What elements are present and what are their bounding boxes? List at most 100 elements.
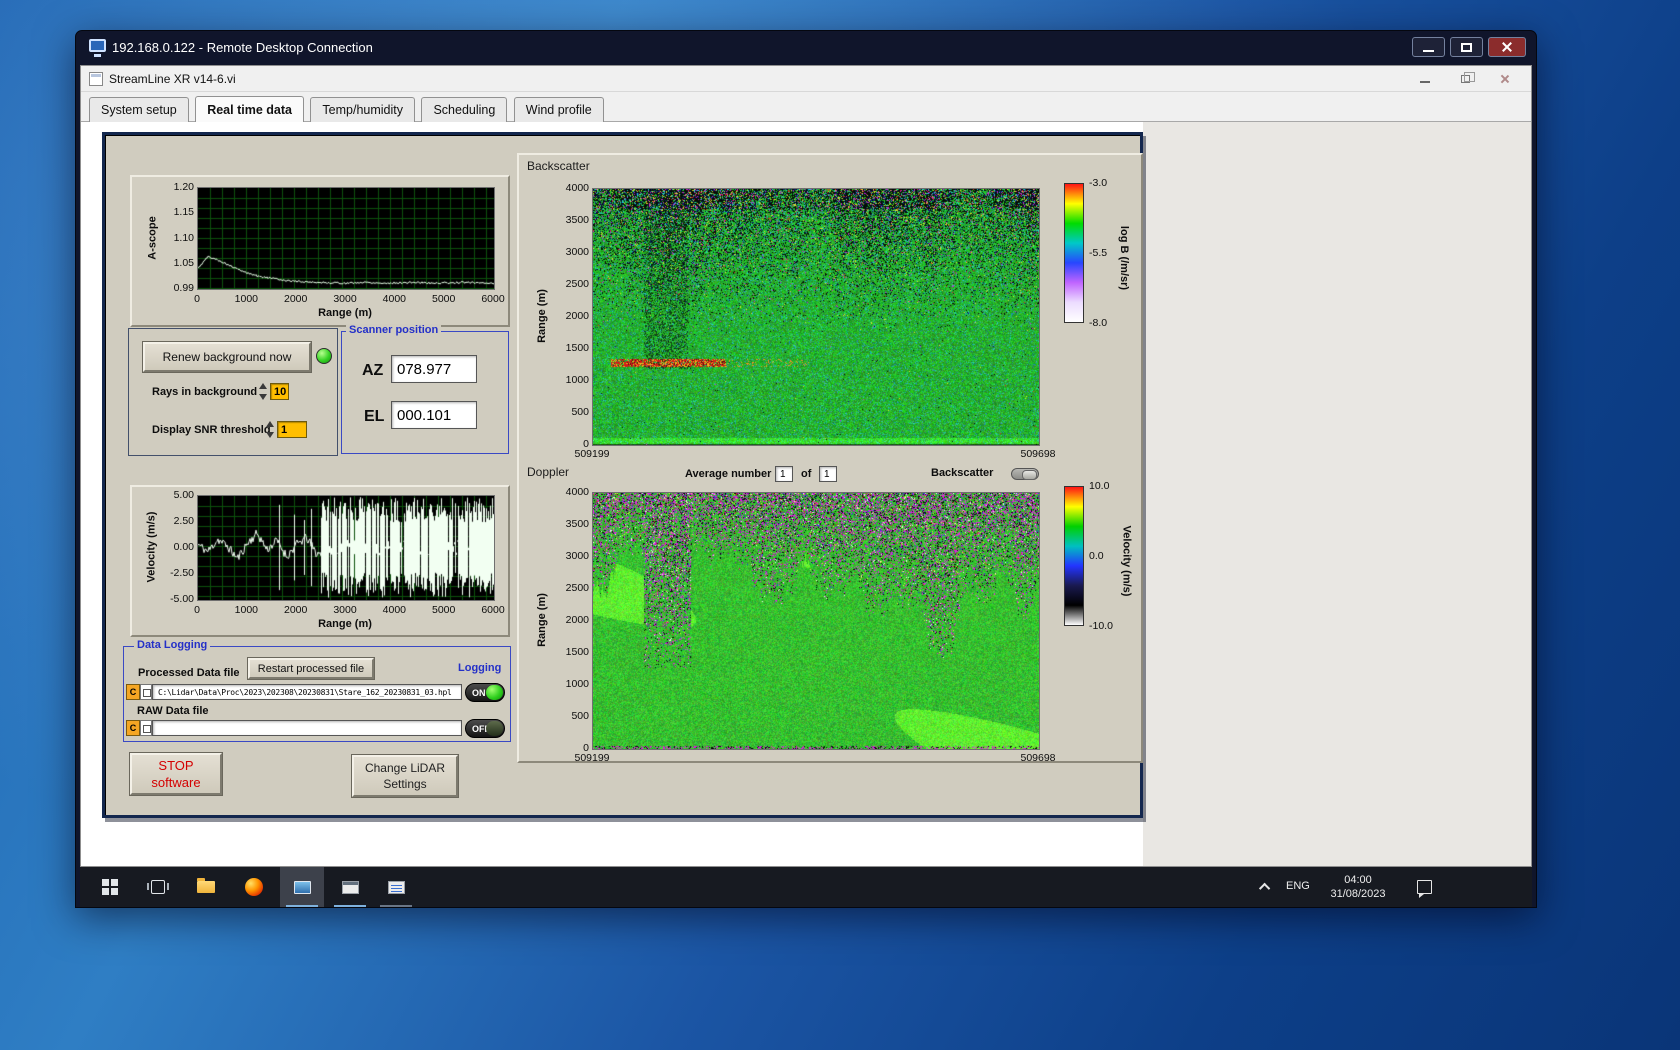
doppler-y-ticks: 4000 3500 3000 2500 2000 1500 1000 500 0: [553, 486, 589, 754]
app-close-button[interactable]: [1485, 66, 1525, 92]
rdp-app-taskbar-button[interactable]: [280, 867, 324, 907]
tick-label: -5.5: [1089, 247, 1108, 259]
clock-date: 31/08/2023: [1330, 888, 1386, 900]
rdp-maximize-button[interactable]: [1450, 37, 1483, 57]
snr-threshold-field[interactable]: 1: [277, 421, 307, 438]
open-app-underline: [334, 905, 366, 907]
az-label: AZ: [362, 362, 384, 379]
rdp-titlebar[interactable]: 192.168.0.122 - Remote Desktop Connectio…: [76, 31, 1536, 65]
restore-icon: [1460, 72, 1475, 83]
tick-label: 1000: [565, 374, 589, 386]
tick-label: 2500: [565, 278, 589, 290]
data-logging-title: Data Logging: [134, 639, 211, 651]
tick-label: 0.00: [173, 541, 194, 553]
scan-scheduler-taskbar-button[interactable]: [328, 867, 372, 907]
ascope-chart-frame: A-scope 1.20 1.15 1.10 1.05 0.99 0 1000 2000 30…: [130, 175, 510, 327]
tick-label: 509199: [574, 752, 610, 764]
tick-label: 2.50: [173, 515, 194, 527]
firefox-button[interactable]: [232, 867, 276, 907]
backscatter-x-ticks: 509199 509698: [574, 448, 1055, 460]
rdp-window-title: 192.168.0.122 - Remote Desktop Connectio…: [112, 40, 373, 55]
average-number-field[interactable]: 1: [775, 466, 793, 482]
close-icon: [1500, 74, 1510, 84]
renew-background-button[interactable]: Renew background now: [143, 342, 311, 372]
tab-temp-humidity[interactable]: Temp/humidity: [310, 97, 415, 123]
raw-logging-toggle-off[interactable]: OFF: [465, 719, 505, 738]
doppler-y-axis-label: Range (m): [536, 593, 548, 647]
chevron-up-icon: [1258, 882, 1271, 895]
tick-label: 0: [194, 293, 200, 305]
app-titlebar[interactable]: StreamLine XR v14-6.vi: [81, 66, 1531, 92]
tick-label: 1.10: [173, 231, 194, 244]
restart-processed-file-button[interactable]: Restart processed file: [248, 658, 374, 679]
processed-path-input[interactable]: C:\Lidar\Data\Proc\2023\202308\20230831\…: [152, 684, 462, 700]
stop-button-line2: software: [151, 775, 201, 790]
tick-label: 0.99: [173, 282, 194, 294]
tick-label: 3000: [333, 293, 357, 305]
tick-label: -5.00: [170, 593, 194, 605]
tick-label: 509698: [1020, 752, 1056, 764]
tick-label: 1500: [565, 342, 589, 354]
doppler-heatmap: [592, 492, 1040, 750]
raw-path-drive-button[interactable]: C: [126, 720, 140, 736]
processed-path-drive-button[interactable]: C: [126, 684, 140, 700]
start-button[interactable]: [88, 867, 132, 907]
tab-system-setup[interactable]: System setup: [89, 97, 189, 123]
backscatter-colorbar: [1064, 183, 1084, 323]
tick-label: 6000: [481, 293, 505, 305]
tick-label: -2.50: [170, 567, 194, 579]
tick-label: 4000: [565, 486, 589, 498]
scan-scheduler-window-icon: [341, 880, 359, 894]
tab-real-time-data[interactable]: Real time data: [195, 96, 304, 123]
rays-spinner[interactable]: [258, 383, 268, 400]
notes-window-icon: [387, 880, 405, 894]
app-minimize-button[interactable]: [1405, 66, 1445, 92]
snr-spinner[interactable]: [265, 421, 275, 438]
stop-software-button[interactable]: STOP software: [130, 753, 222, 795]
average-count-field[interactable]: 1: [819, 466, 837, 482]
tick-label: 2500: [565, 582, 589, 594]
tab-scheduling[interactable]: Scheduling: [421, 97, 508, 123]
rdp-minimize-button[interactable]: [1412, 37, 1445, 57]
app-restore-button[interactable]: [1445, 66, 1485, 92]
logging-label: Logging: [458, 662, 502, 674]
processed-logging-toggle-on[interactable]: ON: [465, 683, 505, 702]
language-indicator[interactable]: ENG: [1286, 880, 1310, 892]
backscatter-title: Backscatter: [527, 159, 590, 173]
tick-label: 4000: [382, 293, 407, 305]
rdp-close-button[interactable]: [1488, 37, 1526, 57]
tick-label: 2000: [283, 604, 308, 616]
change-lidar-settings-button[interactable]: Change LiDAR Settings: [352, 755, 458, 797]
tick-label: 509698: [1020, 448, 1056, 460]
toggle-knob: [486, 721, 503, 736]
raw-path-browse-icon[interactable]: [140, 720, 152, 736]
raw-path-input[interactable]: [152, 720, 462, 736]
tick-label: 3000: [565, 246, 589, 258]
velocity-y-ticks: 5.00 2.50 0.00 -2.50 -5.00: [160, 489, 194, 605]
processed-path-browse-icon[interactable]: [140, 684, 152, 700]
open-app-underline: [380, 905, 412, 907]
change-button-line2: Settings: [383, 777, 427, 791]
front-panel: A-scope 1.20 1.15 1.10 1.05 0.99 0 1000 2000 30…: [102, 132, 1143, 818]
vi-icon: [89, 72, 103, 86]
tick-label: 5000: [431, 604, 456, 616]
toggle-knob: [486, 685, 503, 700]
backscatter-colorbar-label: log B (/m/sr): [1118, 225, 1131, 291]
hidden-icons-button[interactable]: [1252, 867, 1280, 907]
processed-data-file-label: Processed Data file: [138, 667, 240, 679]
velocity-x-ticks: 0 1000 2000 3000 4000 5000 6000: [194, 604, 505, 616]
background-status-led: [316, 348, 332, 364]
notes-window-taskbar-button[interactable]: [374, 867, 418, 907]
action-center-button[interactable]: [1402, 867, 1446, 907]
tick-label: 6000: [481, 604, 505, 616]
tick-label: 3000: [565, 550, 589, 562]
tab-wind-profile[interactable]: Wind profile: [513, 97, 604, 123]
ascope-y-ticks: 1.20 1.15 1.10 1.05 0.99: [160, 181, 194, 294]
file-explorer-button[interactable]: [184, 867, 228, 907]
task-view-button[interactable]: [136, 867, 180, 907]
taskbar-clock[interactable]: 04:00 31/08/2023: [1320, 873, 1396, 901]
backscatter-y-ticks: 4000 3500 3000 2500 2000 1500 1000 500 0: [553, 182, 589, 450]
backscatter-display-toggle[interactable]: [1011, 468, 1039, 480]
rays-in-background-field[interactable]: 10: [270, 383, 289, 400]
doppler-x-ticks: 509199 509698: [574, 752, 1055, 764]
